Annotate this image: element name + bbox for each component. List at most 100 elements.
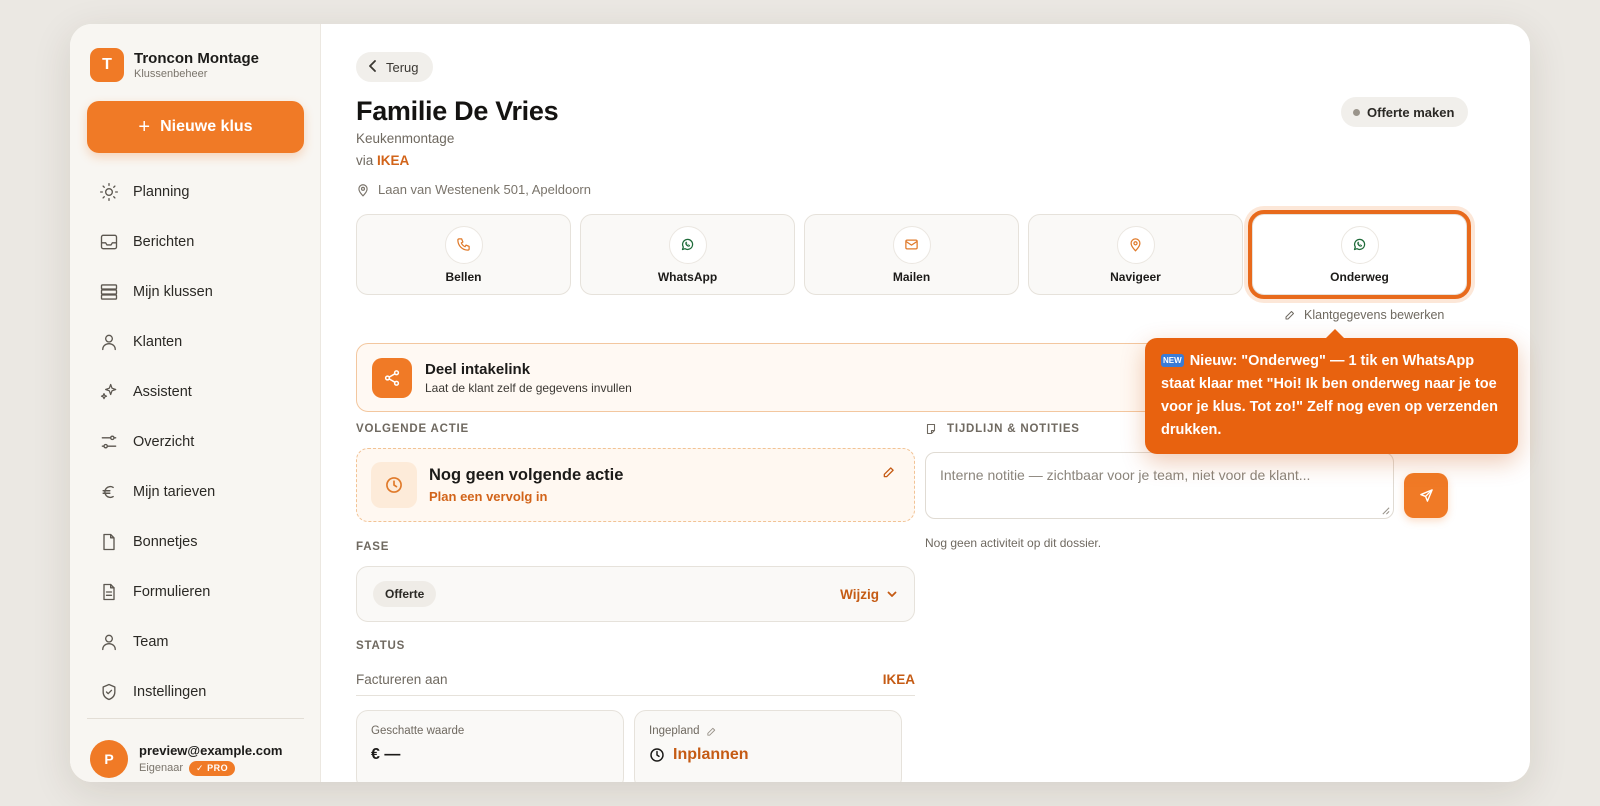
sidebar-divider	[87, 718, 304, 719]
send-note-button[interactable]	[1404, 473, 1448, 518]
phase-chip: Offerte	[373, 581, 437, 607]
avatar: P	[90, 740, 128, 778]
on-the-way-button[interactable]: Onderweg	[1248, 210, 1471, 299]
pencil-icon	[706, 727, 715, 736]
plan-follow-up-link[interactable]: Plan een vervolg in	[429, 489, 623, 504]
schedule-link[interactable]: Inplannen	[673, 746, 749, 764]
brand[interactable]: T Troncon Montage Klussenbeheer	[90, 48, 259, 82]
person-icon	[102, 634, 116, 651]
sidebar-item-label: Team	[133, 634, 169, 650]
address-text: Laan van Westenenk 501, Apeldoorn	[378, 182, 591, 197]
feature-tooltip[interactable]: NEW Nieuw: "Onderweg" — 1 tik en WhatsAp…	[1145, 329, 1518, 454]
sidebar-item-assistent[interactable]: Assistent	[87, 367, 304, 417]
sidebar-item-label: Overzicht	[133, 434, 195, 450]
sidebar-item-mijn-tarieven[interactable]: Mijn tarieven	[87, 467, 304, 517]
sidebar: T Troncon Montage Klussenbeheer + Nieuwe…	[70, 24, 321, 782]
sidebar-item-mijn-klussen[interactable]: Mijn klussen	[87, 267, 304, 317]
map-pin-icon	[358, 183, 368, 197]
whatsapp-icon	[1353, 238, 1366, 251]
change-phase-label: Wijzig	[840, 586, 879, 602]
person-icon	[102, 334, 116, 351]
edit-customer-link[interactable]: Klantgegevens bewerken	[1284, 308, 1444, 322]
whatsapp-label: WhatsApp	[657, 269, 718, 284]
sidebar-item-klanten[interactable]: Klanten	[87, 317, 304, 367]
intake-subtitle: Laat de klant zelf de gegevens invullen	[425, 380, 632, 395]
sidebar-item-berichten[interactable]: Berichten	[87, 217, 304, 267]
job-type: Keukenmontage	[356, 131, 455, 146]
quick-actions: Bellen WhatsApp Mailen Navigeer Onderweg	[356, 210, 1471, 299]
sidebar-item-label: Assistent	[133, 384, 192, 400]
sidebar-item-overzicht[interactable]: Overzicht	[87, 417, 304, 467]
sidebar-item-label: Planning	[133, 184, 190, 200]
clock-icon	[386, 477, 402, 493]
sidebar-item-label: Instellingen	[133, 684, 207, 700]
share-icon	[384, 369, 400, 386]
map-pin-icon	[1130, 238, 1141, 252]
pro-badge: ✓ PRO	[189, 760, 236, 776]
address: Laan van Westenenk 501, Apeldoorn	[356, 182, 591, 197]
chevron-left-icon	[368, 59, 378, 75]
timeline-heading: TIJDLIJN & NOTITIES	[925, 423, 1080, 435]
user-email: preview@example.com	[139, 742, 283, 758]
page-title: Familie De Vries	[356, 96, 559, 126]
send-icon	[1419, 489, 1433, 502]
new-job-button[interactable]: + Nieuwe klus	[87, 101, 304, 153]
create-quote-button[interactable]: Offerte maken	[1341, 97, 1469, 127]
clock-icon	[650, 748, 664, 762]
user-role: Eigenaar	[139, 762, 184, 774]
sidebar-item-label: Formulieren	[133, 584, 211, 600]
intake-title: Deel intakelink	[425, 360, 531, 378]
change-phase-button[interactable]: Wijzig	[840, 587, 898, 602]
sidebar-item-label: Mijn tarieven	[133, 484, 216, 500]
euro-icon	[102, 485, 114, 499]
on-the-way-label: Onderweg	[1330, 269, 1389, 284]
brand-name: Troncon Montage	[134, 49, 259, 67]
chevron-down-icon	[887, 591, 897, 597]
sidebar-item-label: Bonnetjes	[133, 534, 198, 550]
via-prefix: via	[356, 153, 374, 168]
mail-icon	[905, 239, 918, 250]
resize-handle-icon[interactable]	[1381, 506, 1390, 515]
sidebar-item-label: Berichten	[133, 234, 195, 250]
next-action-heading: VOLGENDE ACTIE	[356, 423, 470, 435]
sidebar-item-bonnetjes[interactable]: Bonnetjes	[87, 517, 304, 567]
mail-button[interactable]: Mailen	[804, 214, 1019, 295]
sidebar-nav: Planning Berichten Mijn klussen Klanten …	[87, 167, 304, 717]
status-heading: STATUS	[356, 640, 406, 652]
user-profile[interactable]: P preview@example.com Eigenaar ✓ PRO	[90, 740, 282, 778]
billing-value[interactable]: IKEA	[883, 672, 915, 687]
next-action-card[interactable]: Nog geen volgende actie Plan een vervolg…	[356, 448, 915, 522]
sidebar-item-planning[interactable]: Planning	[87, 167, 304, 217]
brand-logo: T	[90, 48, 124, 82]
stack-icon	[100, 284, 118, 300]
mail-label: Mailen	[892, 269, 931, 284]
call-label: Bellen	[445, 269, 482, 284]
phase-heading: FASE	[356, 541, 390, 553]
internal-note-input[interactable]: Interne notitie — zichtbaar voor je team…	[925, 452, 1394, 519]
edit-customer-label: Klantgegevens bewerken	[1304, 308, 1445, 322]
sidebar-item-team[interactable]: Team	[87, 617, 304, 667]
create-quote-label: Offerte maken	[1367, 104, 1455, 120]
sidebar-item-instellingen[interactable]: Instellingen	[87, 667, 304, 717]
pencil-icon[interactable]	[882, 465, 896, 479]
billing-row: Factureren aan IKEA	[356, 664, 915, 696]
estimated-value-card[interactable]: Geschatte waarde € —	[356, 710, 624, 782]
sidebar-item-label: Mijn klussen	[133, 284, 213, 300]
file-icon	[103, 533, 115, 551]
plus-icon: +	[138, 115, 151, 138]
via-source[interactable]: IKEA	[377, 153, 409, 168]
form-icon	[103, 583, 115, 601]
scheduled-card[interactable]: Ingepland Inplannen	[634, 710, 902, 782]
billing-label: Factureren aan	[356, 672, 448, 687]
pencil-icon	[1285, 311, 1294, 320]
call-button[interactable]: Bellen	[356, 214, 571, 295]
whatsapp-button[interactable]: WhatsApp	[580, 214, 795, 295]
inbox-icon	[100, 234, 118, 250]
empty-activity-text: Nog geen activiteit op dit dossier.	[925, 536, 1102, 550]
back-button[interactable]: Terug	[356, 52, 433, 82]
sidebar-item-label: Klanten	[133, 334, 183, 350]
navigate-button[interactable]: Navigeer	[1028, 214, 1243, 295]
phase-selector: Offerte Wijzig	[356, 566, 915, 622]
sidebar-item-formulieren[interactable]: Formulieren	[87, 567, 304, 617]
sliders-icon	[101, 435, 117, 449]
